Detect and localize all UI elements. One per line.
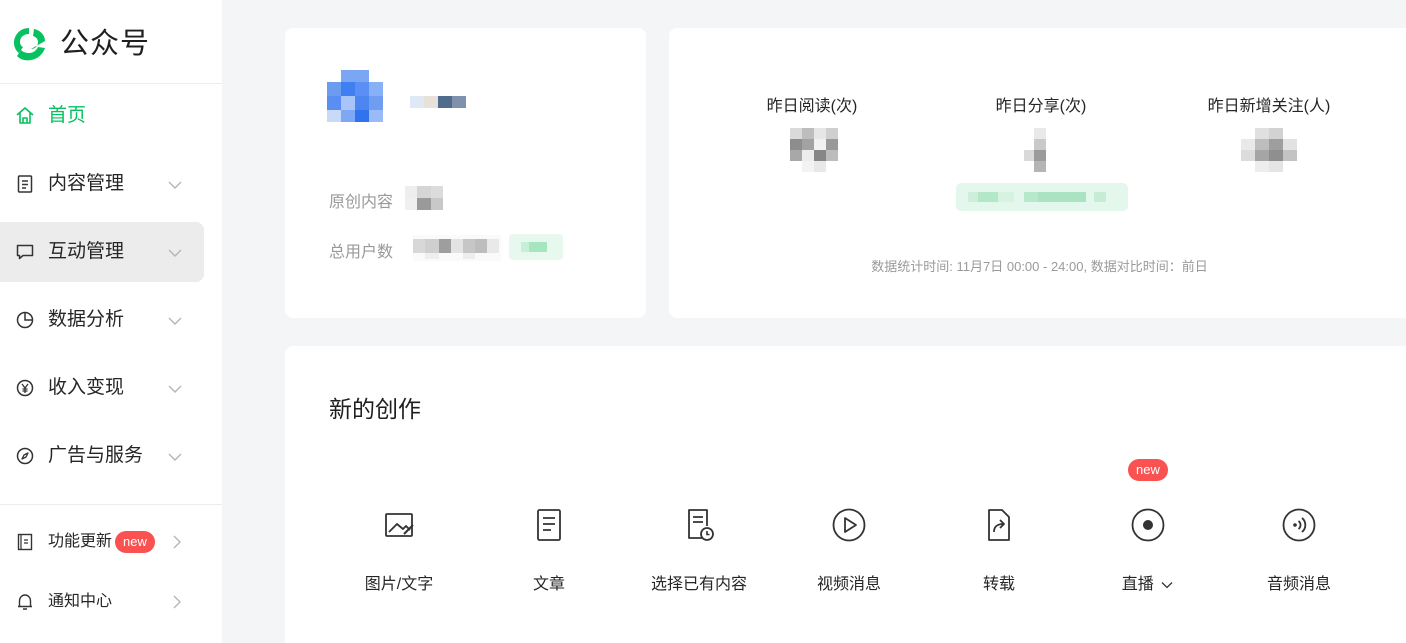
sidebar-item-ads-services[interactable]: 广告与服务 bbox=[0, 426, 204, 486]
create-image-text-button[interactable]: 图片/文字 bbox=[324, 506, 474, 596]
sidebar-item-label: 数据分析 bbox=[48, 309, 125, 330]
new-creation-card: 新的创作 图片/文字 文章 选择已有内容 视频消息 转载 new 直播 音频消息 bbox=[285, 346, 1406, 643]
create-video-message-button[interactable]: 视频消息 bbox=[774, 506, 924, 596]
create-audio-message-button[interactable]: 音频消息 bbox=[1224, 506, 1374, 596]
new-creation-title: 新的创作 bbox=[329, 396, 421, 422]
tool-label: 音频消息 bbox=[1266, 576, 1331, 593]
tool-label: 视频消息 bbox=[816, 576, 881, 593]
tool-label: 直播 bbox=[1073, 570, 1223, 594]
yesterday-shares-label: 昨日分享(次) bbox=[995, 98, 1087, 115]
tool-label: 文章 bbox=[532, 576, 565, 593]
sidebar-item-interaction-management[interactable]: 互动管理 bbox=[0, 222, 204, 282]
chevron-down-icon bbox=[168, 453, 182, 461]
yesterday-stats-card: 昨日阅读(次) 昨日分享(次) 昨日新增关注(人) 数据统计时间: 11月7日 … bbox=[669, 28, 1406, 318]
sidebar-divider bbox=[0, 504, 222, 505]
wechat-official-logo-icon bbox=[14, 28, 45, 61]
sidebar-item-content-management[interactable]: 内容管理 bbox=[0, 154, 204, 214]
sidebar-item-label: 通知中心 bbox=[48, 593, 113, 610]
chevron-down-icon bbox=[168, 317, 182, 325]
original-content-label: 原创内容 bbox=[329, 194, 394, 211]
chat-icon bbox=[16, 244, 34, 260]
chevron-down-icon bbox=[168, 181, 182, 189]
yesterday-new-follows-value-redacted bbox=[1241, 128, 1297, 172]
account-name-redacted bbox=[410, 96, 466, 108]
yen-icon bbox=[16, 379, 34, 397]
tool-label: 转载 bbox=[982, 576, 1015, 593]
chevron-down-icon bbox=[168, 249, 182, 257]
sidebar-item-label: 首页 bbox=[48, 105, 87, 126]
total-users-change-redacted bbox=[509, 234, 563, 260]
image-text-icon bbox=[385, 513, 414, 537]
original-content-value-redacted bbox=[405, 186, 443, 210]
article-icon bbox=[537, 509, 561, 541]
live-icon bbox=[1131, 508, 1165, 542]
home-icon bbox=[16, 107, 34, 124]
yesterday-shares-change-redacted bbox=[956, 183, 1128, 211]
yesterday-reads-value-redacted bbox=[790, 128, 838, 172]
chevron-right-icon bbox=[173, 535, 181, 549]
yesterday-shares-value-redacted bbox=[1024, 128, 1046, 172]
repost-icon bbox=[988, 509, 1010, 541]
total-users-label: 总用户数 bbox=[329, 244, 394, 261]
create-repost-button[interactable]: 转载 bbox=[924, 506, 1074, 596]
sidebar-item-home[interactable]: 首页 bbox=[0, 86, 204, 146]
new-badge: new bbox=[1128, 459, 1168, 481]
chevron-down-icon bbox=[168, 385, 182, 393]
create-live-button[interactable]: new 直播 bbox=[1073, 459, 1223, 596]
compass-icon bbox=[16, 447, 34, 465]
tool-label: 图片/文字 bbox=[364, 576, 434, 593]
chevron-right-icon bbox=[173, 595, 181, 609]
new-badge: new bbox=[115, 531, 155, 553]
bell-icon bbox=[18, 594, 32, 610]
sidebar-item-label: 功能更新 bbox=[48, 533, 113, 550]
sidebar-item-label: 互动管理 bbox=[48, 241, 125, 262]
sidebar-item-label: 内容管理 bbox=[48, 173, 125, 194]
sidebar-item-notification-center[interactable]: 通知中心 bbox=[0, 582, 204, 622]
sidebar: 公众号 首页 内容管理 互动管理 数据分析 收入变现 广告与服务 功能更新 ne… bbox=[0, 0, 222, 643]
yesterday-new-follows-label: 昨日新增关注(人) bbox=[1207, 98, 1331, 115]
total-users-value-redacted bbox=[413, 235, 501, 261]
document-icon bbox=[17, 175, 33, 193]
existing-content-icon bbox=[688, 509, 714, 541]
avatar[interactable] bbox=[327, 68, 383, 124]
sidebar-item-label: 收入变现 bbox=[48, 377, 125, 398]
audio-icon bbox=[1282, 508, 1316, 542]
select-existing-content-button[interactable]: 选择已有内容 bbox=[624, 506, 774, 596]
sidebar-item-feature-updates[interactable]: 功能更新 new bbox=[0, 522, 204, 562]
sidebar-item-data-analysis[interactable]: 数据分析 bbox=[0, 290, 204, 350]
stats-time-footnote: 数据统计时间: 11月7日 00:00 - 24:00, 数据对比时间：前日 bbox=[871, 259, 1208, 274]
video-play-icon bbox=[832, 508, 866, 542]
chevron-down-icon[interactable] bbox=[1160, 578, 1174, 592]
account-profile-card: 原创内容 总用户数 bbox=[285, 28, 646, 318]
pie-chart-icon bbox=[16, 311, 34, 329]
create-article-button[interactable]: 文章 bbox=[474, 506, 624, 596]
app-title: 公众号 bbox=[60, 28, 151, 60]
logo-area: 公众号 bbox=[0, 0, 222, 84]
sidebar-item-monetization[interactable]: 收入变现 bbox=[0, 358, 204, 418]
live-label: 直播 bbox=[1121, 576, 1154, 593]
sidebar-item-label: 广告与服务 bbox=[48, 445, 144, 466]
tool-label: 选择已有内容 bbox=[650, 576, 747, 593]
yesterday-reads-label: 昨日阅读(次) bbox=[766, 98, 858, 115]
update-book-icon bbox=[17, 533, 33, 551]
